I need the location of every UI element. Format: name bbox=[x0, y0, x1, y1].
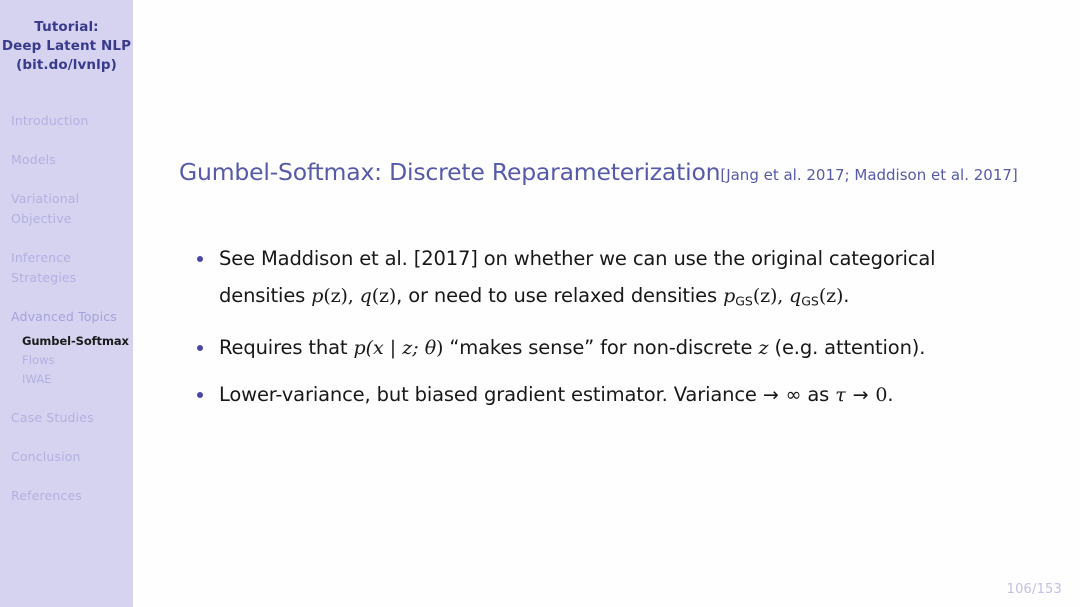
sidebar-item-gumbel-softmax[interactable]: Gumbel-Softmax bbox=[11, 332, 133, 351]
sidebar-item-label: Introduction bbox=[11, 113, 89, 128]
page-number: 106/153 bbox=[1006, 582, 1062, 597]
sidebar-item-models[interactable]: Models bbox=[0, 150, 133, 170]
math-qgs-subscript: GS bbox=[801, 293, 819, 309]
sidebar-item-label: Conclusion bbox=[11, 449, 81, 464]
math-z: z bbox=[758, 336, 769, 359]
math-p: p bbox=[311, 285, 324, 307]
sidebar-item-label: Advanced Topics bbox=[11, 309, 117, 324]
math-q: q bbox=[359, 285, 372, 307]
math-q-arg: (z) bbox=[371, 285, 397, 307]
sidebar-title-line-2: Deep Latent NLP bbox=[1, 38, 132, 54]
math-comma-2: , bbox=[777, 285, 790, 307]
sidebar-nav: Introduction Models Variational Objectiv… bbox=[0, 111, 133, 506]
math-theta: θ bbox=[424, 336, 436, 359]
slide-content: Gumbel-Softmax: Discrete Reparameterizat… bbox=[133, 0, 1080, 607]
math-pgs-arg: (z) bbox=[752, 285, 778, 307]
math-arrow-2: → bbox=[852, 383, 869, 406]
math-p-x-given-z: p(x | z; bbox=[353, 336, 425, 359]
page-title-text: Gumbel-Softmax: Discrete Reparameterizat… bbox=[179, 158, 721, 186]
bullet-dot-icon bbox=[197, 256, 203, 262]
sidebar-item-label: References bbox=[11, 488, 82, 503]
bullet-3-text-b: as bbox=[801, 382, 836, 406]
sidebar-item-conclusion[interactable]: Conclusion bbox=[0, 447, 133, 467]
bullet-2-line-1: Requires that p(x | z; θ) “makes sense” … bbox=[219, 329, 1080, 367]
sidebar-item-references[interactable]: References bbox=[0, 486, 133, 506]
sidebar-item-flows[interactable]: Flows bbox=[11, 351, 133, 370]
math-zero: 0 bbox=[875, 383, 888, 406]
page-title-citation: [Jang et al. 2017; Maddison et al. 2017] bbox=[720, 166, 1018, 184]
sidebar-title: Tutorial: Deep Latent NLP (bit.do/lvnlp) bbox=[0, 0, 133, 75]
bullet-dot-icon bbox=[197, 344, 203, 351]
sidebar-item-label: Inference Strategies bbox=[11, 250, 77, 285]
slide-root: Tutorial: Deep Latent NLP (bit.do/lvnlp)… bbox=[0, 0, 1080, 607]
sidebar-item-label: Variational Objective bbox=[11, 191, 80, 226]
sidebar-item-advanced-topics[interactable]: Advanced Topics Gumbel-Softmax Flows IWA… bbox=[0, 307, 133, 389]
bullet-1-line-2: densities p(z), q(z), or need to use rel… bbox=[219, 277, 1080, 320]
bullet-1-line-1: See Maddison et al. [2017] on whether we… bbox=[219, 247, 936, 270]
bullet-item-1: See Maddison et al. [2017] on whether we… bbox=[189, 240, 1080, 320]
sidebar-title-line-1: Tutorial: bbox=[34, 19, 99, 35]
bullet-3-line-1: Lower-variance, but biased gradient esti… bbox=[219, 376, 1080, 414]
bullet-2-text-a: Requires that bbox=[219, 335, 354, 359]
bullet-1-text-a: densities bbox=[219, 284, 312, 307]
sidebar-item-introduction[interactable]: Introduction bbox=[0, 111, 133, 131]
sidebar-item-iwae[interactable]: IWAE bbox=[11, 370, 133, 389]
sidebar-item-label: Case Studies bbox=[11, 410, 94, 425]
bullet-item-3: Lower-variance, but biased gradient esti… bbox=[189, 376, 1080, 414]
sidebar-item-label: Models bbox=[11, 152, 56, 167]
math-arrow-1: → bbox=[762, 383, 779, 406]
sidebar-title-line-3: (bit.do/lvnlp) bbox=[16, 57, 117, 73]
math-infinity: ∞ bbox=[785, 383, 802, 406]
bullet-1-text-c: . bbox=[843, 284, 850, 307]
sidebar-subnav-advanced-topics: Gumbel-Softmax Flows IWAE bbox=[11, 332, 133, 389]
bullet-3-text-c: . bbox=[887, 382, 894, 406]
math-pgs-subscript: GS bbox=[735, 293, 753, 309]
bullet-list: See Maddison et al. [2017] on whether we… bbox=[189, 240, 1080, 423]
math-comma-1: , bbox=[347, 285, 360, 307]
bullet-dot-icon bbox=[197, 391, 203, 398]
sidebar-item-case-studies[interactable]: Case Studies bbox=[0, 408, 133, 428]
math-qgs: q bbox=[789, 285, 802, 307]
math-p-arg: (z) bbox=[323, 285, 348, 307]
bullet-2-text-b: “makes sense” for non-discrete bbox=[443, 335, 759, 359]
math-pgs: p bbox=[723, 285, 736, 307]
bullet-3-text-a: Lower-variance, but biased gradient esti… bbox=[219, 382, 763, 406]
math-tau: τ bbox=[835, 383, 846, 406]
bullet-item-2: Requires that p(x | z; θ) “makes sense” … bbox=[189, 329, 1080, 367]
sidebar-item-inference-strategies[interactable]: Inference Strategies bbox=[0, 248, 133, 288]
bullet-2-text-c: (e.g. attention). bbox=[768, 335, 926, 359]
sidebar-item-variational-objective[interactable]: Variational Objective bbox=[0, 189, 133, 229]
sidebar: Tutorial: Deep Latent NLP (bit.do/lvnlp)… bbox=[0, 0, 133, 607]
page-title: Gumbel-Softmax: Discrete Reparameterizat… bbox=[179, 158, 1018, 186]
math-qgs-arg: (z) bbox=[818, 285, 844, 307]
bullet-1-text-b: , or need to use relaxed densities bbox=[396, 284, 724, 307]
